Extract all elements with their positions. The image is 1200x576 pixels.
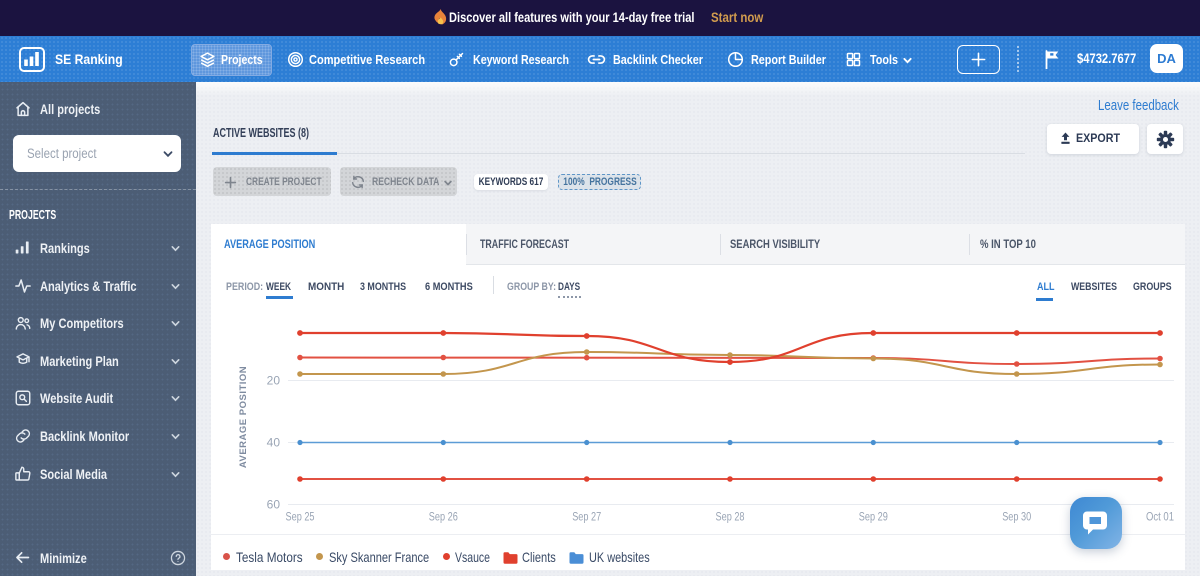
- svg-text:Sep 30: Sep 30: [1002, 510, 1031, 524]
- svg-text:Sep 29: Sep 29: [859, 510, 888, 524]
- svg-text:20: 20: [267, 374, 281, 388]
- svg-text:Oct 01: Oct 01: [1146, 510, 1174, 524]
- svg-text:60: 60: [267, 498, 281, 512]
- svg-text:Sep 28: Sep 28: [716, 510, 745, 524]
- svg-text:40: 40: [267, 436, 281, 450]
- svg-text:AVERAGE POSITION: AVERAGE POSITION: [238, 366, 249, 468]
- svg-text:Sep 27: Sep 27: [572, 510, 601, 524]
- svg-text:Sep 26: Sep 26: [429, 510, 458, 524]
- svg-text:Sep 25: Sep 25: [286, 510, 315, 524]
